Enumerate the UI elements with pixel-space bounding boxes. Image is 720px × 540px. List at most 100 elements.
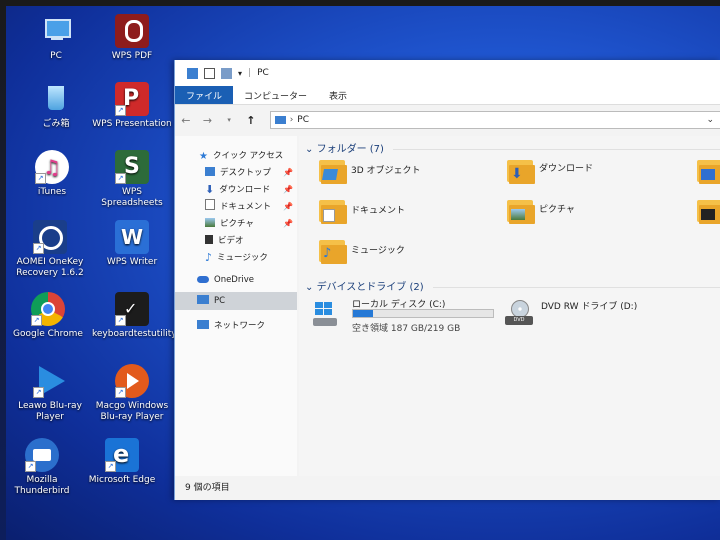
tab-computer[interactable]: コンピューター: [233, 86, 318, 104]
itunes-icon: ♫ ↗: [35, 150, 69, 184]
desktop-icon-itunes[interactable]: ♫ ↗ iTunes: [12, 150, 92, 198]
tab-file[interactable]: ファイル: [175, 86, 234, 104]
cloud-icon: [197, 276, 209, 283]
new-folder-icon[interactable]: [221, 67, 232, 79]
nav-pc[interactable]: PC: [175, 292, 297, 310]
music-folder-icon[interactable]: ♪: [319, 240, 347, 264]
screen-bezel: [0, 0, 720, 6]
nav-documents[interactable]: ドキュメント 📌: [175, 199, 297, 215]
desktop-icon-recycle-bin[interactable]: ごみ箱: [16, 82, 96, 130]
quick-access-dropdown-icon[interactable]: ▾: [238, 69, 242, 78]
videos-folder-partial-icon[interactable]: [697, 200, 720, 224]
desktop-icon-wps-presentation[interactable]: P ↗ WPS Presentation: [92, 82, 172, 130]
drive-c-usage-fill: [353, 310, 374, 317]
picture-icon: [205, 218, 215, 227]
folder-music-label[interactable]: ミュージック: [351, 243, 405, 256]
desktop-icon-thunderbird[interactable]: ↗ Mozilla Thunderbird: [2, 438, 82, 497]
pc-icon: [197, 295, 209, 304]
title-bar: ▾ | PC: [175, 60, 720, 86]
pin-icon[interactable]: 📌: [283, 165, 293, 181]
file-explorer-window: ▾ | PC ファイル コンピューター 表示 ← → ▾ ↑ › PC ⌄ ★ ク…: [174, 60, 720, 500]
nav-downloads[interactable]: ⬇ ダウンロード 📌: [175, 182, 297, 198]
shortcut-arrow-icon: ↗: [115, 105, 126, 116]
properties-icon[interactable]: [204, 67, 215, 79]
folder-documents-label[interactable]: ドキュメント: [351, 203, 405, 216]
desktop-icon-macgo[interactable]: ↗ Macgo Windows Blu-ray Player: [86, 364, 178, 423]
nav-quick-access[interactable]: ★ クイック アクセス: [175, 148, 297, 164]
pin-icon[interactable]: 📌: [283, 199, 293, 215]
thunderbird-icon: ↗: [25, 438, 59, 472]
download-arrow-icon: ⬇: [205, 183, 215, 196]
nav-network[interactable]: ネットワーク: [175, 318, 297, 334]
shortcut-arrow-icon: ↗: [115, 173, 126, 184]
collapse-chevron-icon[interactable]: ⌄: [305, 282, 313, 293]
desktop-icon-wps-spreadsheets[interactable]: S ↗ WPS Spreadsheets: [92, 150, 172, 209]
music-icon: ♪: [205, 251, 213, 264]
title-separator: |: [248, 68, 252, 78]
collapse-chevron-icon[interactable]: ⌄: [305, 144, 313, 155]
leawo-icon: ↗: [33, 364, 67, 398]
pictures-folder-icon[interactable]: [507, 200, 535, 224]
star-icon: ★: [199, 151, 208, 162]
devices-group-header[interactable]: ⌄ デバイスとドライブ (2): [305, 278, 720, 293]
navigation-pane: ★ クイック アクセス デスクトップ 📌 ⬇ ダウンロード 📌 ドキュメント 📌 ピ…: [175, 136, 297, 476]
downloads-folder-icon[interactable]: ⬇: [507, 160, 535, 184]
address-pc-icon: [274, 116, 286, 124]
tab-view[interactable]: 表示: [318, 86, 358, 104]
folder-pictures-label[interactable]: ピクチャ: [539, 202, 575, 215]
desktop-icon-wps-writer[interactable]: W WPS Writer: [92, 220, 172, 268]
nav-onedrive[interactable]: OneDrive: [175, 272, 297, 288]
status-bar-item-count: 9 個の項目: [185, 483, 230, 493]
forward-arrow-icon[interactable]: →: [197, 114, 219, 127]
shortcut-arrow-icon: ↗: [35, 173, 46, 184]
nav-desktop[interactable]: デスクトップ 📌: [175, 165, 297, 181]
desktop-icon-pc[interactable]: PC: [16, 14, 96, 62]
documents-folder-icon[interactable]: [319, 200, 347, 224]
nav-pictures[interactable]: ピクチャ 📌: [175, 216, 297, 232]
edge-icon: e ↗: [105, 438, 139, 472]
address-bar[interactable]: › PC ⌄: [269, 111, 720, 129]
shortcut-arrow-icon: ↗: [33, 387, 44, 398]
drive-d-label[interactable]: DVD RW ドライブ (D:): [541, 299, 637, 312]
folder-downloads-label[interactable]: ダウンロード: [539, 161, 593, 174]
desktop-folder-partial-icon[interactable]: [697, 160, 720, 184]
folder-3d-objects-label[interactable]: 3D オブジェクト: [351, 163, 421, 176]
back-arrow-icon[interactable]: ←: [175, 114, 197, 127]
wps-presentation-icon: P ↗: [115, 82, 149, 116]
window-title: PC: [257, 68, 269, 78]
desktop-icon-leawo[interactable]: ↗ Leawo Blu-ray Player: [10, 364, 90, 423]
navigation-bar: ← → ▾ ↑ › PC ⌄: [175, 105, 720, 135]
shortcut-arrow-icon: ↗: [115, 387, 126, 398]
shortcut-arrow-icon: ↗: [33, 243, 44, 254]
desktop-icon-keyboard-test[interactable]: ✓ ↗ keyboardtestutility: [92, 292, 177, 340]
hard-disk-icon[interactable]: [313, 300, 337, 328]
desktop-icon-wps-pdf[interactable]: WPS PDF: [92, 14, 172, 62]
nav-videos[interactable]: ビデオ: [175, 233, 297, 249]
network-icon: [197, 320, 209, 329]
pin-icon[interactable]: 📌: [283, 216, 293, 232]
nav-music[interactable]: ♪ ミュージック: [175, 250, 297, 266]
chrome-icon: ↗: [31, 292, 65, 326]
dvd-drive-icon[interactable]: DVD: [505, 300, 533, 326]
desktop-icon-aomei[interactable]: ↗ AOMEI OneKey Recovery 1.6.2: [10, 220, 90, 279]
desktop-icon-chrome[interactable]: ↗ Google Chrome: [8, 292, 88, 340]
pc-icon: [39, 14, 73, 48]
3d-objects-folder-icon[interactable]: [319, 160, 347, 184]
group-divider: [432, 286, 720, 288]
drive-c-usage-bar: [352, 309, 494, 318]
document-icon: [205, 199, 215, 210]
content-pane: ⌄ フォルダー (7) 3D オブジェクト ⬇ ダウンロード ドキュメント ピク…: [299, 136, 720, 476]
aomei-icon: ↗: [33, 220, 67, 254]
keyboard-test-icon: ✓ ↗: [115, 292, 149, 326]
history-chevron-icon[interactable]: ▾: [218, 116, 240, 124]
shortcut-arrow-icon: ↗: [25, 461, 36, 472]
folders-group-header[interactable]: ⌄ フォルダー (7): [305, 140, 720, 155]
desktop-icon-edge[interactable]: e ↗ Microsoft Edge: [82, 438, 162, 486]
wps-spreadsheets-icon: S ↗: [115, 150, 149, 184]
shortcut-arrow-icon: ↗: [31, 315, 42, 326]
pin-icon[interactable]: 📌: [283, 182, 293, 198]
ribbon-tabs: ファイル コンピューター 表示: [175, 86, 720, 105]
address-dropdown-icon[interactable]: ⌄: [706, 115, 714, 125]
app-pc-icon: [187, 67, 198, 79]
up-arrow-icon[interactable]: ↑: [240, 114, 262, 127]
